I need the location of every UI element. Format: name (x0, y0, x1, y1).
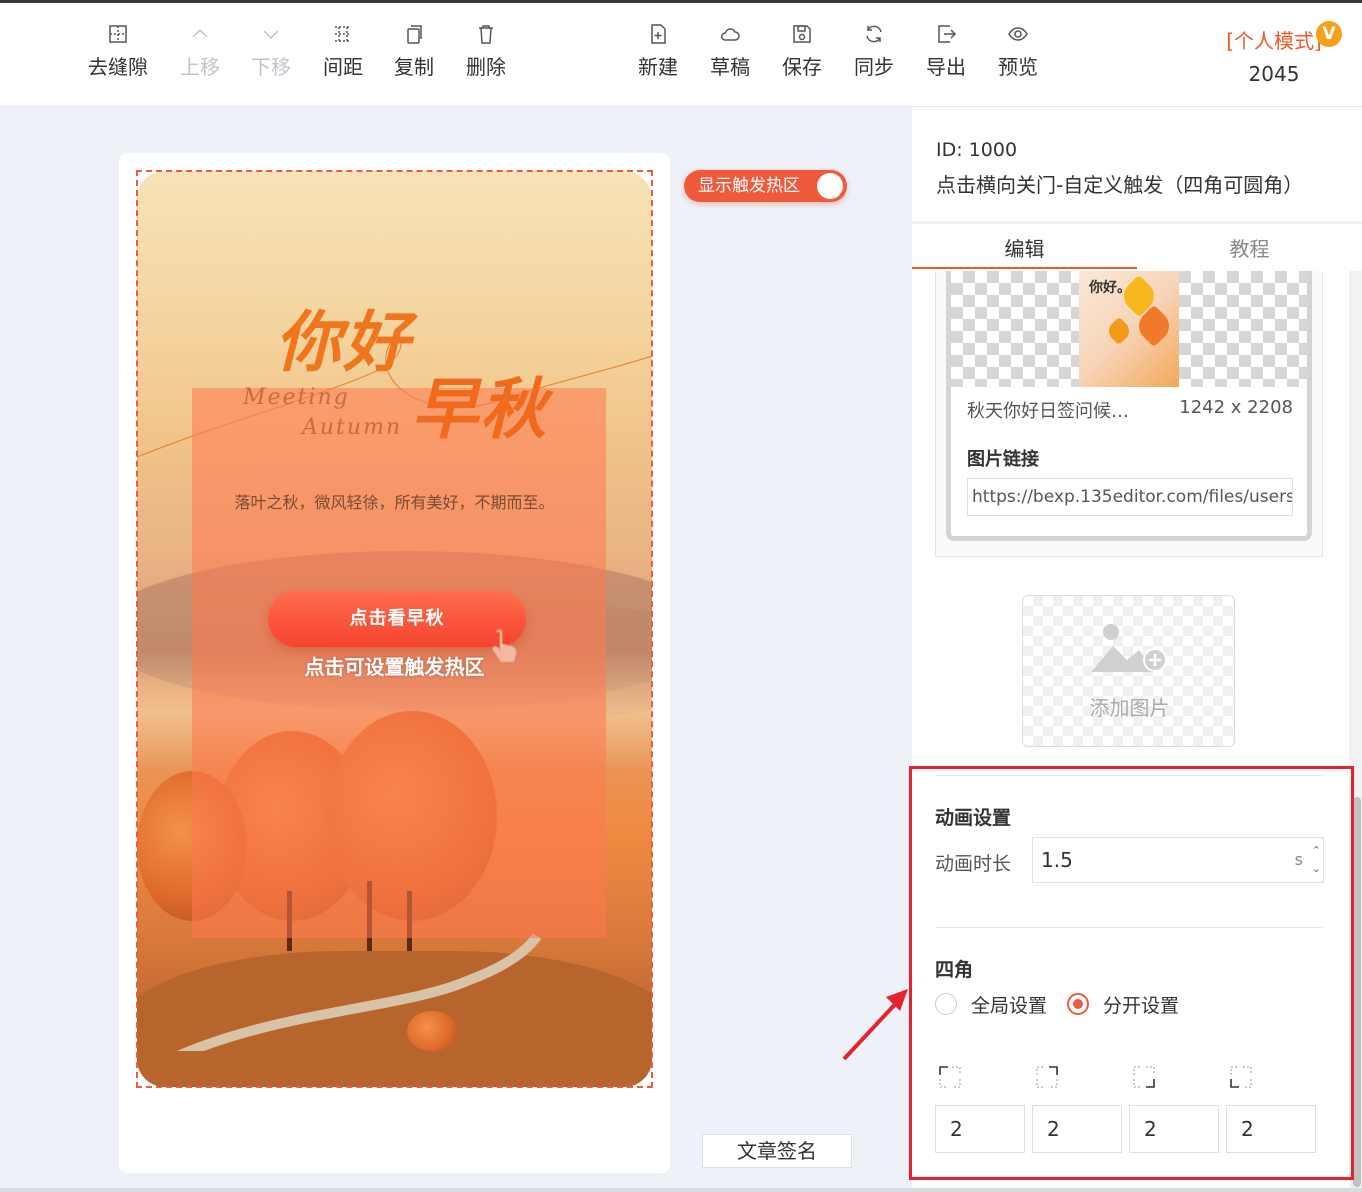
tabs-separator (912, 221, 1362, 224)
image-card: 你好。 秋天你好日签问候… 1242 x 2208 图片链接 https://b… (935, 271, 1323, 557)
trash-icon (479, 25, 493, 44)
chevron-up-icon (192, 28, 208, 38)
poster-preview[interactable]: 你好 早秋 Meeting Autumn 落叶之秋，微风轻徐，所有美好，不期而至… (137, 171, 652, 1087)
add-image-button[interactable]: 添加图片 (1022, 595, 1235, 747)
spacing-grid-icon (335, 26, 351, 42)
copy-icon (407, 25, 422, 44)
vip-badge-icon: V (1316, 21, 1342, 47)
radio-global[interactable] (935, 993, 957, 1015)
template-id: ID: 1000 (936, 139, 1018, 161)
spacing-button[interactable]: 间距 (307, 23, 379, 80)
template-name: 点击横向关门-自定义触发（四角可圆角） (936, 173, 1304, 197)
image-link-label: 图片链接 (967, 449, 1039, 470)
tab-edit[interactable]: 编辑 (912, 233, 1137, 262)
corner-bottom-right-icon (1133, 1066, 1155, 1088)
bottom-border (0, 1188, 1362, 1192)
road-shape (176, 933, 542, 1051)
duration-unit: s (1294, 850, 1303, 869)
image-thumbnail[interactable]: 你好。 (1079, 271, 1179, 387)
eye-icon (1008, 27, 1028, 41)
save-button[interactable]: 保存 (766, 23, 838, 80)
annotation-arrow-icon (842, 989, 908, 1061)
toggle-knob (817, 173, 843, 199)
radio-separate-label[interactable]: 分开设置 (1103, 991, 1179, 1018)
corner-top-left-icon (939, 1066, 961, 1088)
animation-duration-label: 动画时长 (935, 853, 1012, 875)
article-signature-button[interactable]: 文章签名 (702, 1134, 852, 1168)
leaf-shape (1104, 316, 1134, 346)
new-button[interactable]: 新建 (622, 23, 694, 80)
toolbar: 去缝隙 上移 下移 间距 复制 删除 新建 草稿 保存 同步 导出 预览 [个人… (0, 3, 1362, 107)
export-button[interactable]: 导出 (910, 23, 982, 80)
section-divider (935, 775, 1323, 776)
corner-bottom-right-input[interactable]: 2 (1129, 1105, 1219, 1153)
crop-icon (109, 25, 127, 43)
radio-separate[interactable] (1067, 993, 1089, 1015)
draft-button[interactable]: 草稿 (694, 23, 766, 80)
active-tab-indicator (912, 267, 1137, 269)
corner-top-left-input[interactable]: 2 (935, 1105, 1025, 1153)
image-size: 1242 x 2208 (1179, 397, 1293, 418)
preview-button[interactable]: 预览 (982, 23, 1054, 80)
sync-button[interactable]: 同步 (838, 23, 910, 80)
move-up-button[interactable]: 上移 (164, 23, 236, 80)
hotzone-hint: 点击可设置触发热区 (304, 655, 485, 679)
image-link-input[interactable]: https://bexp.135editor.com/files/users/0… (967, 478, 1293, 516)
corner-top-right-icon (1036, 1066, 1058, 1088)
chevron-down-icon (263, 30, 279, 40)
poster-subtitle-meeting: Meeting (243, 385, 350, 410)
export-icon (938, 25, 957, 43)
personal-mode-switch[interactable]: [个人模式] V 2045 (1214, 21, 1342, 86)
stepper-arrows-icon[interactable]: ⌃ ⌄ (1312, 842, 1321, 878)
image-card-inner: 你好。 秋天你好日签问候… 1242 x 2208 图片链接 https://b… (946, 271, 1312, 541)
section-divider (935, 927, 1323, 928)
count-value: 2045 (1248, 62, 1300, 86)
tree-shape (407, 1011, 457, 1051)
animation-duration-input[interactable]: 1.5 s ⌃ ⌄ (1032, 837, 1324, 883)
cloud-icon (721, 28, 740, 41)
cta-button[interactable]: 点击看早秋 (268, 591, 526, 647)
save-icon (793, 25, 811, 43)
copy-button[interactable]: 复制 (378, 23, 450, 80)
mode-label: [个人模式] (1226, 29, 1322, 53)
poster-title-autumn: 早秋 (412, 370, 548, 448)
corner-bottom-left-icon (1230, 1066, 1252, 1088)
move-down-button[interactable]: 下移 (235, 23, 307, 80)
panel-scrollbar-thumb[interactable] (1353, 797, 1361, 1187)
sync-icon (866, 25, 882, 43)
remove-gap-button[interactable]: 去缝隙 (82, 23, 154, 80)
add-image-label: 添加图片 (1089, 696, 1170, 720)
poster-title-hello: 你好 (275, 303, 411, 381)
animation-section-title: 动画设置 (935, 807, 1012, 829)
corners-section-title: 四角 (935, 959, 974, 981)
corner-bottom-left-input[interactable]: 2 (1226, 1105, 1316, 1153)
new-file-icon (651, 24, 666, 44)
delete-button[interactable]: 删除 (450, 23, 522, 80)
add-image-icon (1091, 624, 1167, 672)
poster-subtitle-autumn: Autumn (302, 415, 403, 440)
animation-duration-value: 1.5 (1041, 848, 1073, 872)
radio-global-label[interactable]: 全局设置 (971, 991, 1047, 1018)
toggle-label: 显示触发热区 (698, 176, 800, 196)
image-name: 秋天你好日签问候… (967, 401, 1129, 422)
show-hotzone-toggle[interactable]: 显示触发热区 (684, 170, 847, 202)
tab-tutorial[interactable]: 教程 (1137, 233, 1362, 262)
corner-top-right-input[interactable]: 2 (1032, 1105, 1122, 1153)
poster-tagline: 落叶之秋，微风轻徐，所有美好，不期而至。 (234, 493, 555, 512)
properties-panel: ID: 1000 点击横向关门-自定义触发（四角可圆角） 编辑 教程 你好。 秋… (912, 107, 1362, 1190)
